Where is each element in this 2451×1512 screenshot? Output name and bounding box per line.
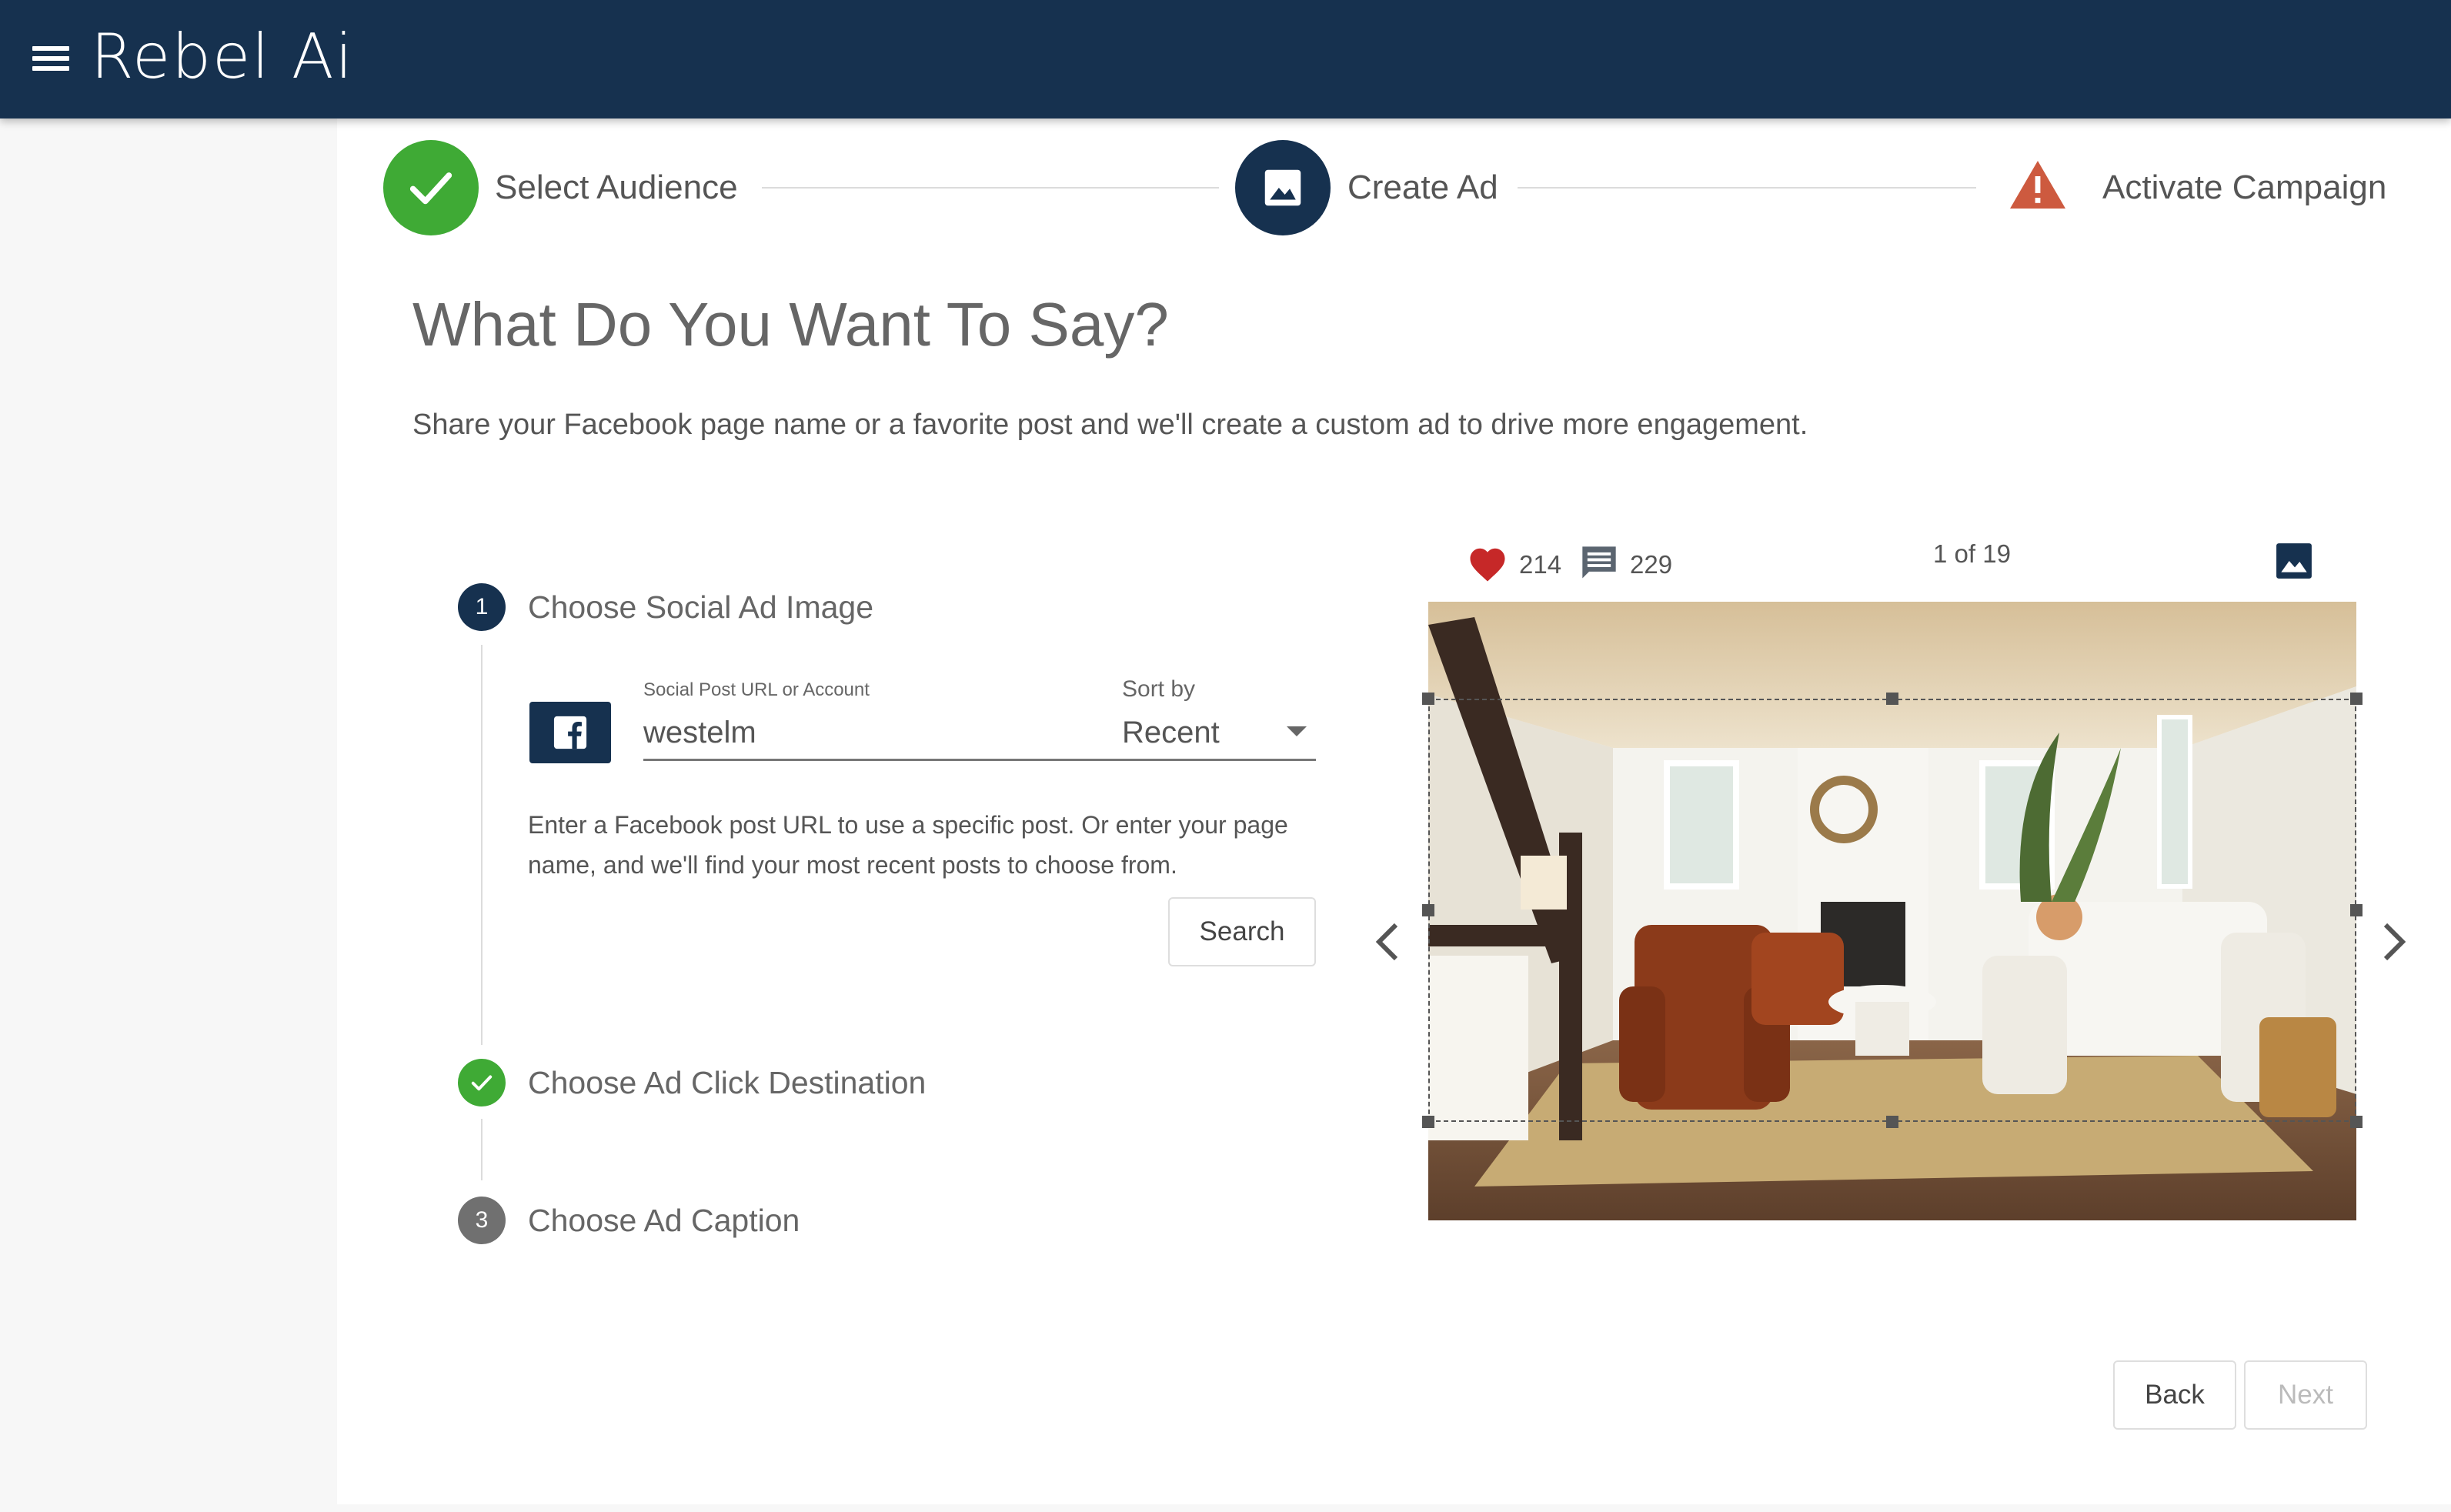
crop-handle-bottom-left[interactable] (1422, 1116, 1434, 1128)
substep-complete-badge (458, 1059, 506, 1106)
facebook-icon (529, 702, 611, 763)
substep-connector (481, 645, 483, 1045)
substep-number-badge: 3 (458, 1197, 506, 1244)
heart-icon (1470, 548, 1505, 582)
social-url-input[interactable] (643, 708, 1074, 757)
step-connector (762, 187, 1219, 189)
chevron-left-icon[interactable] (1371, 920, 1402, 963)
page-title: What Do You Want To Say? (412, 290, 1169, 359)
substep-title-ad-caption[interactable]: Choose Ad Caption (528, 1197, 800, 1243)
step-label-create-ad[interactable]: Create Ad (1347, 165, 1498, 211)
image-crop-frame[interactable] (1428, 699, 2356, 1122)
page-subtitle: Share your Facebook page name or a favor… (412, 409, 1808, 441)
crop-handle-top-left[interactable] (1422, 693, 1434, 705)
app-logo[interactable]: Rebel Ai (91, 18, 354, 95)
comment-icon (1582, 546, 1616, 579)
crop-handle-bottom-center[interactable] (1886, 1116, 1898, 1128)
step-complete-badge (383, 140, 479, 235)
sort-by-select[interactable]: Recent (1122, 711, 1220, 754)
post-pager: 1 of 19 (1933, 539, 2011, 568)
sort-by-label: Sort by (1122, 676, 1196, 702)
caret-down-icon[interactable] (1287, 726, 1307, 736)
input-underline (643, 759, 1316, 761)
back-button[interactable]: Back (2113, 1360, 2236, 1430)
crop-handle-top-right[interactable] (2350, 693, 2363, 705)
check-icon (471, 1075, 493, 1091)
comments-count: 229 (1630, 550, 1673, 579)
step-label-select-audience[interactable]: Select Audience (495, 165, 738, 211)
step-connector (1518, 187, 1976, 189)
crop-handle-middle-left[interactable] (1422, 904, 1434, 916)
crop-handle-middle-right[interactable] (2350, 904, 2363, 916)
substep-connector (481, 1119, 483, 1180)
crop-handle-top-center[interactable] (1886, 693, 1898, 705)
step-active-badge (1235, 140, 1331, 235)
next-button[interactable]: Next (2244, 1360, 2367, 1430)
help-text: Enter a Facebook post URL to use a speci… (528, 811, 1288, 879)
left-gutter (0, 118, 337, 1512)
substep-title-click-destination[interactable]: Choose Ad Click Destination (528, 1060, 926, 1106)
image-icon (1264, 169, 1301, 206)
search-button[interactable]: Search (1168, 897, 1316, 966)
app-header: Rebel Ai (0, 0, 2451, 118)
check-icon (409, 172, 452, 205)
image-icon[interactable] (2275, 542, 2313, 580)
substep-title-choose-image[interactable]: Choose Social Ad Image (528, 584, 873, 630)
warning-icon (2010, 161, 2065, 209)
chevron-right-icon[interactable] (2379, 920, 2410, 963)
step-label-activate-campaign[interactable]: Activate Campaign (2102, 165, 2386, 211)
hamburger-menu-icon[interactable] (31, 42, 71, 75)
substep-number-badge: 1 (458, 583, 506, 631)
url-field-label: Social Post URL or Account (643, 679, 870, 700)
crop-handle-bottom-right[interactable] (2350, 1116, 2363, 1128)
likes-count: 214 (1519, 550, 1562, 579)
